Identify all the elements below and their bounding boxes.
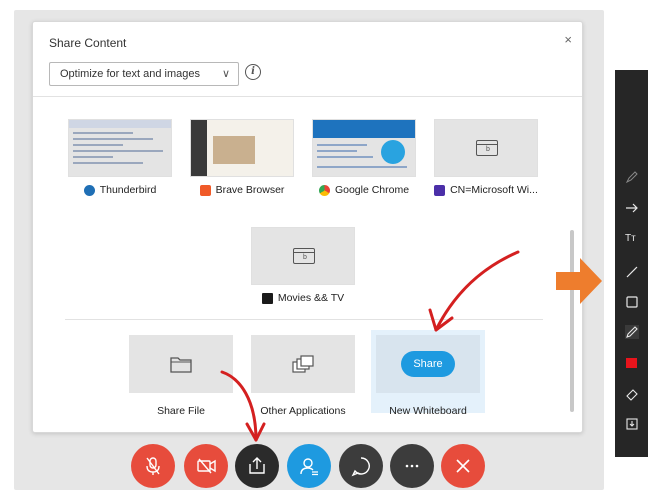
- brave-thumbnail: [190, 119, 294, 177]
- line-tool[interactable]: [625, 265, 641, 281]
- option-label: Other Applications: [260, 405, 346, 417]
- share-content-dialog: Share Content × Optimize for text and im…: [32, 21, 583, 433]
- window-icon: b: [293, 248, 315, 264]
- thunderbird-thumbnail: [68, 119, 172, 177]
- orange-arrow-icon: [556, 258, 602, 304]
- brave-icon: [199, 184, 211, 196]
- share-file-option[interactable]: Share File: [129, 335, 233, 417]
- share-tile-movies-tv[interactable]: b Movies && TV: [251, 227, 355, 304]
- video-off-icon: [197, 458, 216, 474]
- chat-button[interactable]: [339, 444, 383, 488]
- divider: [33, 96, 582, 97]
- chat-icon: [351, 457, 370, 477]
- tile-label: Google Chrome: [334, 184, 410, 196]
- pen-tool[interactable]: [625, 325, 641, 341]
- color-swatch-icon: [626, 358, 637, 368]
- info-icon[interactable]: i: [245, 64, 261, 80]
- share-file-thumbnail: [129, 335, 233, 393]
- mic-off-icon: [146, 457, 160, 475]
- save-tool[interactable]: [625, 417, 641, 433]
- color-picker[interactable]: [625, 356, 641, 372]
- tile-label: Thunderbird: [99, 184, 157, 196]
- arrow-right-icon: [626, 203, 638, 213]
- other-applications-thumbnail: [251, 335, 355, 393]
- window-thumbnail: b: [434, 119, 538, 177]
- movies-tv-icon: [261, 292, 273, 304]
- tile-label: CN=Microsoft Wi...: [450, 184, 538, 196]
- screen: Share Content × Optimize for text and im…: [0, 0, 648, 493]
- section-divider: [65, 319, 543, 320]
- folder-icon: [170, 357, 192, 373]
- window-icon: b: [476, 140, 498, 156]
- arrow-tool[interactable]: [625, 201, 641, 217]
- shape-tool[interactable]: [625, 295, 641, 311]
- download-icon: [626, 418, 638, 430]
- share-tile-microsoft-window[interactable]: b CN=Microsoft Wi...: [434, 119, 538, 196]
- participants-button[interactable]: [287, 444, 331, 488]
- share-whiteboard-button[interactable]: Share: [401, 351, 455, 377]
- stop-video-button[interactable]: [184, 444, 228, 488]
- new-whiteboard-option[interactable]: Share New Whiteboard: [376, 335, 480, 417]
- pen-icon: [625, 325, 639, 339]
- share-tile-chrome[interactable]: Google Chrome: [312, 119, 416, 196]
- text-tool[interactable]: Tт: [625, 233, 641, 249]
- leave-button[interactable]: [441, 444, 485, 488]
- mute-mic-button[interactable]: [131, 444, 175, 488]
- close-icon[interactable]: ×: [564, 32, 572, 47]
- marker-icon: [625, 171, 638, 184]
- chrome-icon: [318, 184, 330, 196]
- option-label: Share File: [157, 405, 205, 417]
- participants-icon: [300, 458, 318, 476]
- optimize-select[interactable]: Optimize for text and images ∨: [49, 62, 239, 86]
- more-icon: [405, 464, 419, 468]
- close-icon: [456, 459, 470, 473]
- window-thumbnail: b: [251, 227, 355, 285]
- share-tile-thunderbird[interactable]: Thunderbird: [68, 119, 172, 196]
- stacked-windows-icon: [292, 355, 314, 373]
- eraser-tool[interactable]: [625, 387, 641, 403]
- window-app-icon: [434, 184, 446, 196]
- share-icon: [249, 457, 265, 474]
- chevron-down-icon: ∨: [221, 68, 230, 80]
- marker-tool[interactable]: [625, 170, 641, 186]
- option-label: New Whiteboard: [389, 405, 467, 417]
- rectangle-icon: [626, 296, 638, 308]
- eraser-icon: [626, 389, 638, 401]
- annotation-toolbar: Tт: [615, 70, 648, 457]
- tile-label: Brave Browser: [215, 184, 285, 196]
- thunderbird-icon: [83, 184, 95, 196]
- dialog-title: Share Content: [49, 36, 127, 50]
- other-applications-option[interactable]: Other Applications: [251, 335, 355, 417]
- new-whiteboard-thumbnail: Share: [376, 335, 480, 393]
- optimize-select-value: Optimize for text and images: [60, 68, 201, 80]
- chrome-thumbnail: [312, 119, 416, 177]
- more-button[interactable]: [390, 444, 434, 488]
- tile-label: Movies && TV: [277, 292, 345, 304]
- share-tile-brave[interactable]: Brave Browser: [190, 119, 294, 196]
- share-button[interactable]: [235, 444, 279, 488]
- line-icon: [626, 266, 638, 278]
